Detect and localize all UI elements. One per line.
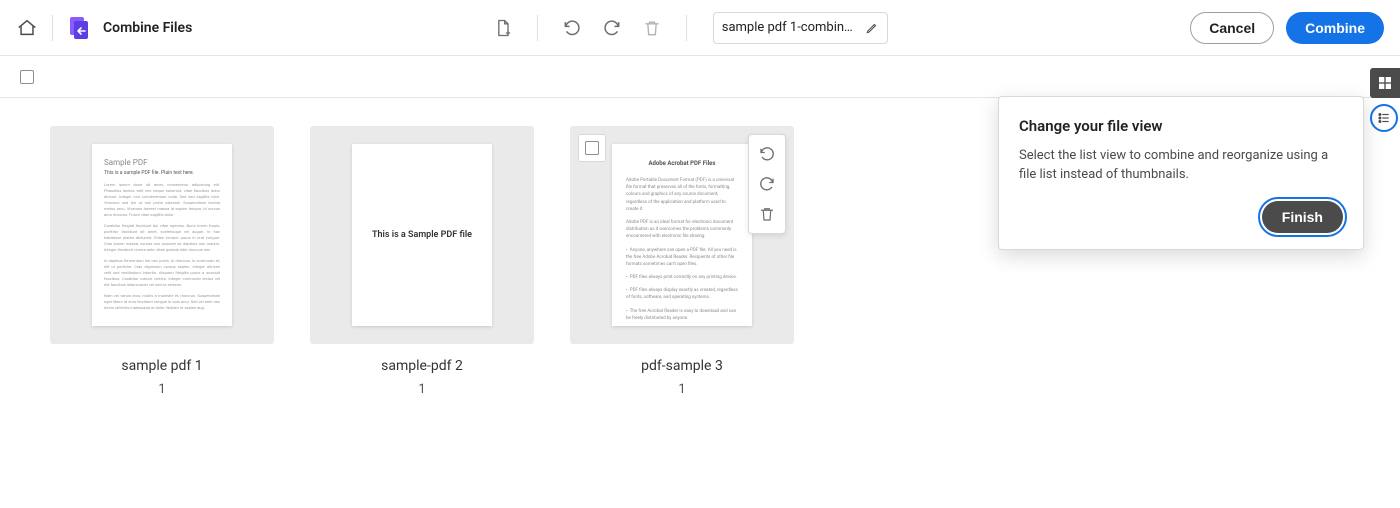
view-switch <box>1370 68 1400 132</box>
page-preview: Adobe Acrobat PDF Files Adobe Portable D… <box>612 144 752 326</box>
finish-button[interactable]: Finish <box>1262 201 1343 233</box>
file-page-count: 1 <box>50 382 274 397</box>
file-name: pdf-sample 3 <box>570 358 794 374</box>
cancel-button[interactable]: Cancel <box>1190 12 1274 44</box>
page-title: Combine Files <box>103 20 192 36</box>
divider <box>537 15 538 41</box>
redo-icon[interactable] <box>752 169 782 199</box>
file-hover-actions <box>748 134 786 234</box>
combine-button[interactable]: Combine <box>1286 12 1384 44</box>
undo-icon[interactable] <box>752 139 782 169</box>
divider <box>52 15 53 41</box>
coach-body: Select the list view to combine and reor… <box>1019 147 1343 185</box>
add-file-icon[interactable] <box>493 18 513 38</box>
output-filename-field[interactable]: sample pdf 1-combin… <box>713 12 888 44</box>
file-page-count: 1 <box>310 382 534 397</box>
divider <box>686 15 687 41</box>
output-filename-text: sample pdf 1-combin… <box>722 20 857 35</box>
select-bar <box>0 56 1400 98</box>
undo-icon[interactable] <box>562 18 582 38</box>
toolbar: Combine Files sample pdf 1-combin… Cance… <box>0 0 1400 56</box>
file-select-checkbox[interactable] <box>578 134 606 162</box>
file-card[interactable]: This is a Sample PDF file sample-pdf 2 1 <box>310 126 534 397</box>
file-name: sample pdf 1 <box>50 358 274 374</box>
trash-icon[interactable] <box>752 199 782 229</box>
coach-title: Change your file view <box>1019 117 1343 135</box>
file-thumbnail[interactable]: Adobe Acrobat PDF Files Adobe Portable D… <box>570 126 794 344</box>
list-view-button[interactable] <box>1370 104 1398 132</box>
file-name: sample-pdf 2 <box>310 358 534 374</box>
page-preview: Sample PDF This is a sample PDF file. Pl… <box>92 144 232 326</box>
combine-files-app-icon <box>67 15 93 41</box>
file-card[interactable]: Sample PDF This is a sample PDF file. Pl… <box>50 126 274 397</box>
thumbnail-view-button[interactable] <box>1370 68 1400 98</box>
file-thumbnail[interactable]: This is a Sample PDF file <box>310 126 534 344</box>
coach-popover: Change your file view Select the list vi… <box>998 96 1364 250</box>
file-thumbnail[interactable]: Sample PDF This is a sample PDF file. Pl… <box>50 126 274 344</box>
home-icon[interactable] <box>16 17 38 39</box>
select-all-checkbox[interactable] <box>20 70 34 84</box>
redo-icon[interactable] <box>602 18 622 38</box>
file-page-count: 1 <box>570 382 794 397</box>
file-card[interactable]: Adobe Acrobat PDF Files Adobe Portable D… <box>570 126 794 397</box>
trash-icon[interactable] <box>642 18 662 38</box>
page-preview: This is a Sample PDF file <box>352 144 492 326</box>
pencil-icon[interactable] <box>865 21 879 35</box>
